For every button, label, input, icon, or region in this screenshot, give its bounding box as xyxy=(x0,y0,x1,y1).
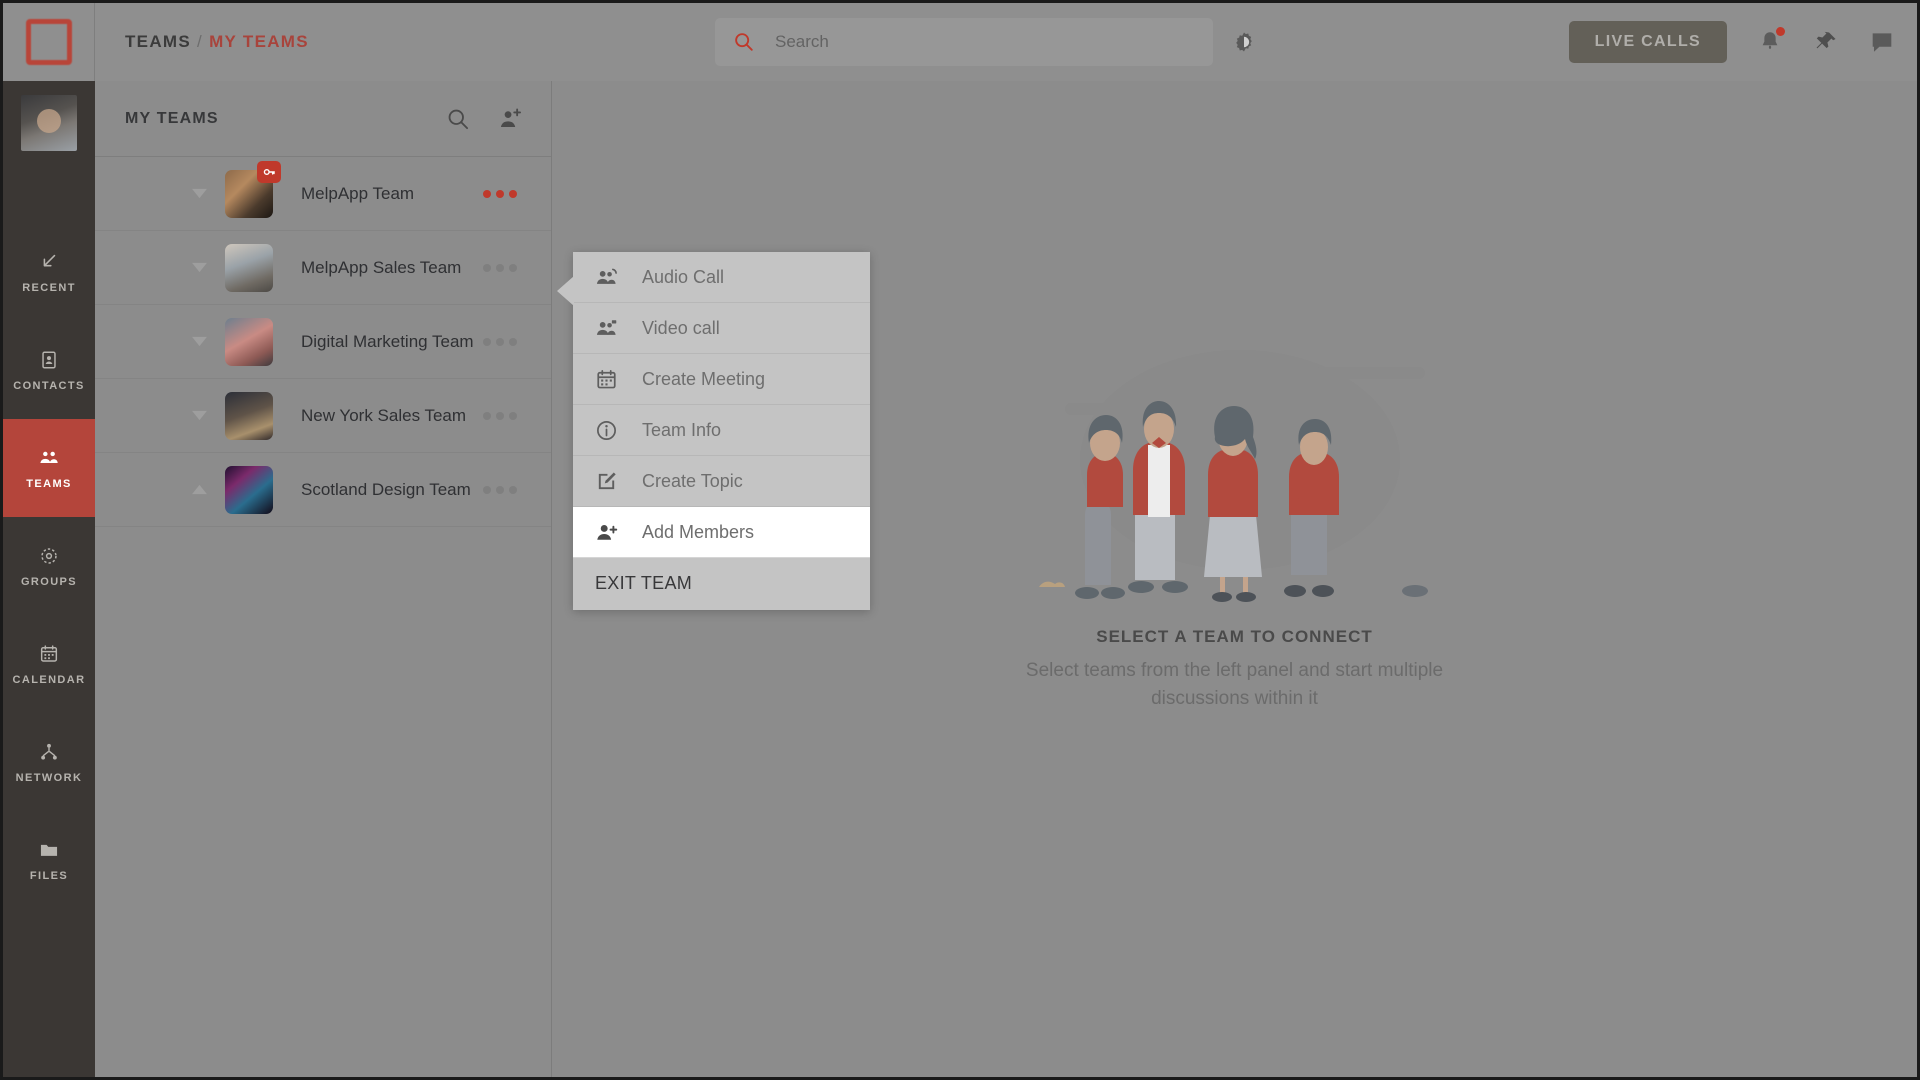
sidebar-item-network[interactable]: NETWORK xyxy=(3,713,95,811)
empty-state-subtitle: Select teams from the left panel and sta… xyxy=(1025,659,1444,710)
menu-item-create-topic[interactable]: Create Topic xyxy=(573,456,870,507)
search-icon xyxy=(735,33,753,51)
more-options-icon[interactable] xyxy=(483,337,517,346)
global-search[interactable] xyxy=(715,18,1213,66)
chevron-down-icon[interactable] xyxy=(175,187,223,200)
team-context-menu: Audio Call Video call Create Meeting Tea… xyxy=(557,252,870,610)
arrow-down-left-icon xyxy=(43,254,56,266)
app-window: TEAMS / MY TEAMS LIVE CALLS xyxy=(0,0,1920,1080)
more-options-icon[interactable] xyxy=(483,263,517,272)
breadcrumb-separator: / xyxy=(197,32,204,51)
team-name: MelpApp Sales Team xyxy=(301,257,462,277)
sidebar-item-label: RECENT xyxy=(22,281,76,294)
menu-item-label: Video call xyxy=(642,317,720,338)
breadcrumb: TEAMS / MY TEAMS xyxy=(125,32,309,52)
menu-item-label: Audio Call xyxy=(642,266,725,287)
menu-item-label: EXIT TEAM xyxy=(595,572,693,593)
context-menu-pointer xyxy=(557,276,574,306)
chevron-up-icon[interactable] xyxy=(175,483,223,496)
calendar-icon xyxy=(597,369,616,388)
menu-item-label: Team Info xyxy=(642,419,722,440)
team-avatar xyxy=(225,465,273,514)
audio-call-icon xyxy=(596,268,617,284)
add-people-icon[interactable] xyxy=(497,106,523,132)
group-circle-icon xyxy=(41,547,57,564)
menu-item-label: Create Meeting xyxy=(642,368,766,389)
menu-item-label: Create Topic xyxy=(642,470,743,491)
app-logo-square-icon xyxy=(25,19,72,65)
logo-cell[interactable] xyxy=(3,3,95,81)
team-list-item[interactable]: Digital Marketing Team xyxy=(95,305,551,379)
more-options-icon[interactable] xyxy=(483,411,517,420)
pin-icon[interactable] xyxy=(1813,29,1839,55)
edit-square-icon xyxy=(598,471,616,489)
sidebar-nav: RECENT CONTACTS TEAMS GROUPS CALENDAR NE… xyxy=(3,81,95,1077)
chevron-down-icon[interactable] xyxy=(175,409,223,422)
panel-title: MY TEAMS xyxy=(125,109,219,127)
search-icon[interactable] xyxy=(445,106,471,132)
search-input[interactable] xyxy=(775,32,1199,52)
people-group-icon xyxy=(40,451,58,463)
menu-item-audio-call[interactable]: Audio Call xyxy=(573,252,870,303)
team-name: MelpApp Team xyxy=(301,183,415,203)
add-person-icon xyxy=(597,524,618,540)
team-avatar xyxy=(225,160,281,218)
breadcrumb-root[interactable]: TEAMS xyxy=(125,32,191,51)
my-teams-panel-header: MY TEAMS xyxy=(95,81,551,157)
header-actions: LIVE CALLS xyxy=(1568,3,1895,81)
sidebar-item-label: FILES xyxy=(29,869,69,882)
menu-item-label: Add Members xyxy=(642,521,755,542)
sidebar-item-groups[interactable]: GROUPS xyxy=(3,517,95,615)
notifications-button[interactable] xyxy=(1757,27,1785,55)
contact-card-icon xyxy=(42,350,56,369)
sidebar-item-label: CONTACTS xyxy=(13,379,85,392)
sidebar-item-calendar[interactable]: CALENDAR xyxy=(3,615,95,713)
video-call-icon xyxy=(596,319,617,335)
key-icon xyxy=(257,160,281,183)
menu-item-add-members[interactable]: Add Members xyxy=(573,507,870,558)
top-header: TEAMS / MY TEAMS LIVE CALLS xyxy=(3,3,1917,81)
notification-badge xyxy=(1776,27,1785,36)
more-options-icon[interactable] xyxy=(483,485,517,494)
team-avatar xyxy=(225,391,273,440)
team-avatar xyxy=(225,243,273,292)
team-name: Digital Marketing Team xyxy=(301,331,474,351)
user-avatar[interactable] xyxy=(21,95,77,151)
menu-item-exit-team[interactable]: EXIT TEAM xyxy=(573,558,870,608)
menu-item-create-meeting[interactable]: Create Meeting xyxy=(573,354,870,405)
sidebar-item-label: CALENDAR xyxy=(12,673,86,686)
team-list-item[interactable]: Scotland Design Team xyxy=(95,453,551,527)
calendar-icon xyxy=(40,644,58,662)
my-teams-panel: MY TEAMS MelpApp Team MelpApp Sales Team… xyxy=(95,81,552,1077)
team-avatar xyxy=(225,317,273,366)
team-list-item[interactable]: New York Sales Team xyxy=(95,379,551,453)
brightness-contrast-icon[interactable] xyxy=(1231,29,1257,55)
sidebar-item-label: NETWORK xyxy=(15,771,83,784)
team-list-item[interactable]: MelpApp Sales Team xyxy=(95,231,551,305)
sidebar-item-label: TEAMS xyxy=(26,477,72,490)
breadcrumb-current: MY TEAMS xyxy=(209,32,309,51)
team-name: New York Sales Team xyxy=(301,405,467,425)
chevron-down-icon[interactable] xyxy=(175,335,223,348)
sidebar-item-teams[interactable]: TEAMS xyxy=(3,419,95,517)
sidebar-item-contacts[interactable]: CONTACTS xyxy=(3,321,95,419)
team-list-item[interactable]: MelpApp Team xyxy=(95,157,551,231)
more-options-icon[interactable] xyxy=(483,189,517,198)
sidebar-item-recent[interactable]: RECENT xyxy=(3,223,95,321)
team-name: Scotland Design Team xyxy=(301,479,471,499)
menu-item-team-info[interactable]: Team Info xyxy=(573,405,870,456)
four-people-illustration xyxy=(1038,349,1428,602)
folder-icon xyxy=(40,844,58,856)
chevron-down-icon[interactable] xyxy=(175,261,223,274)
empty-state-title: SELECT A TEAM TO CONNECT xyxy=(1096,626,1373,646)
live-calls-button[interactable]: LIVE CALLS xyxy=(1568,21,1727,63)
menu-item-video-call[interactable]: Video call xyxy=(573,303,870,354)
sidebar-item-files[interactable]: FILES xyxy=(3,811,95,909)
sidebar-item-label: GROUPS xyxy=(20,575,78,588)
network-nodes-icon xyxy=(41,743,57,760)
chat-bubble-icon[interactable] xyxy=(1869,29,1895,55)
info-circle-icon xyxy=(597,420,616,440)
